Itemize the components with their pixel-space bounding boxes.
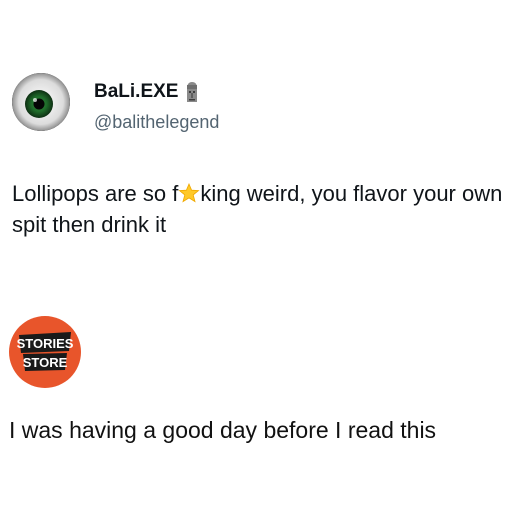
moai-icon — [184, 81, 200, 103]
logo-line1: STORIES — [17, 336, 74, 351]
author-handle[interactable]: @balithelegend — [94, 111, 219, 133]
author-name-text: BaLi.EXE — [94, 81, 179, 102]
star-icon — [178, 180, 200, 203]
avatar[interactable] — [12, 73, 70, 131]
author-display-name[interactable]: BaLi.EXE — [94, 81, 200, 103]
logo-line2: STORE — [23, 355, 68, 370]
tweet-text-part1: Lollipops are so f — [12, 181, 179, 206]
reply-caption: I was having a good day before I read th… — [9, 417, 437, 443]
stories-store-logo: STORIES STORE — [6, 313, 84, 391]
green-eye-avatar-icon — [12, 73, 70, 131]
tweet-text: Lollipops are so f king weird, you flavor… — [12, 178, 512, 240]
